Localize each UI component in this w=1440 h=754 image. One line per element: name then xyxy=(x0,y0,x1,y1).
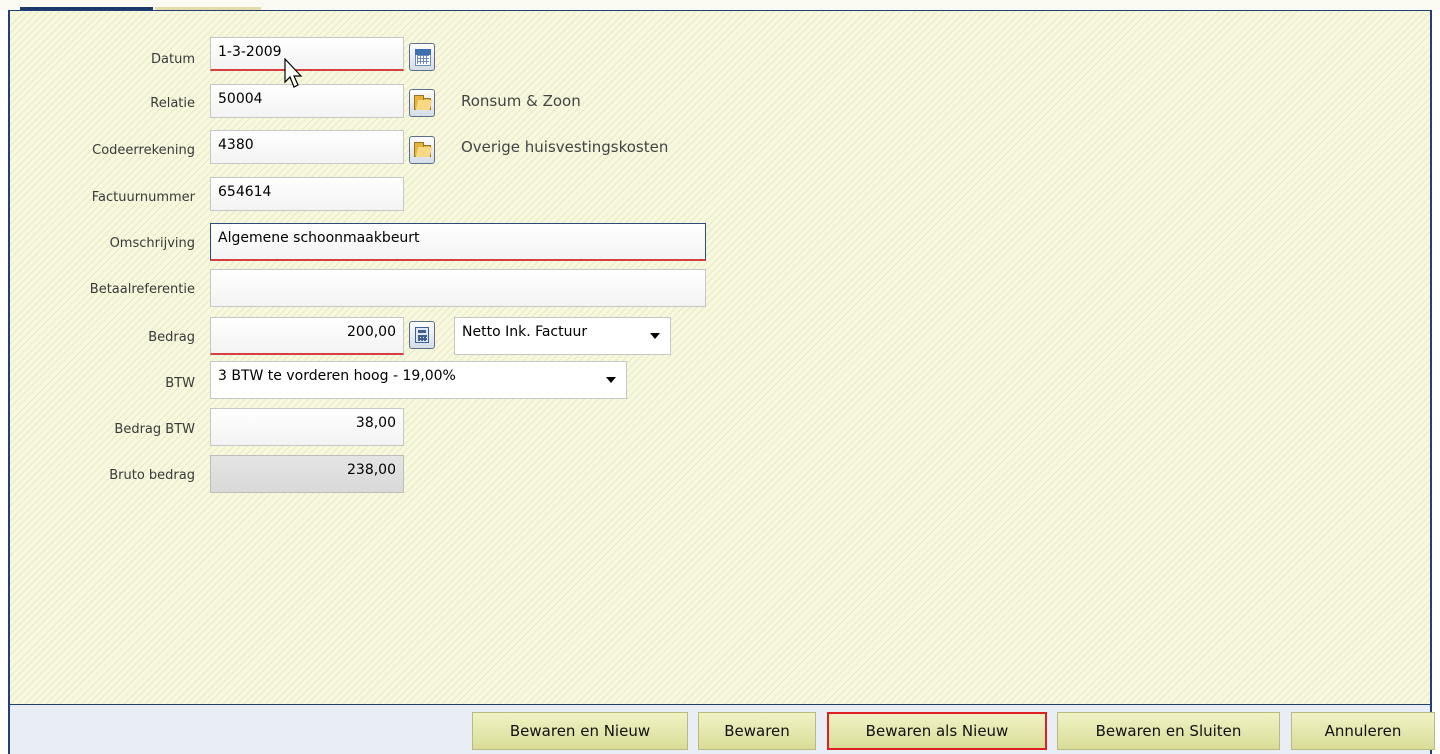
omschrijving-field[interactable]: Algemene schoonmaakbeurt xyxy=(210,223,706,261)
codeerrekening-lookup-button[interactable] xyxy=(409,136,435,164)
bruto-bedrag-field: 238,00 xyxy=(210,455,404,493)
btw-value: 3 BTW te vorderen hoog - 19,00% xyxy=(218,368,456,384)
btw-select[interactable]: 3 BTW te vorderen hoog - 19,00% xyxy=(210,361,627,399)
chevron-down-icon xyxy=(650,333,660,339)
calculator-button[interactable] xyxy=(409,321,435,349)
datum-field[interactable]: 1-3-2009 xyxy=(210,37,404,71)
bedrag-type-select[interactable]: Netto Ink. Factuur xyxy=(454,317,671,355)
calculator-icon xyxy=(415,327,429,343)
relatie-field[interactable]: 50004 xyxy=(210,84,404,118)
bedrag-btw-field[interactable]: 38,00 xyxy=(210,408,404,446)
omschrijving-label: Omschrijving xyxy=(109,236,195,251)
bewaren-en-sluiten-button[interactable]: Bewaren en Sluiten xyxy=(1057,712,1280,750)
betaalreferentie-field[interactable] xyxy=(210,269,706,307)
btw-label: BTW xyxy=(165,376,195,391)
bewaren-button[interactable]: Bewaren xyxy=(698,712,816,750)
mouse-cursor-icon xyxy=(284,58,303,88)
bedrag-type-value: Netto Ink. Factuur xyxy=(462,324,588,340)
relatie-lookup-button[interactable] xyxy=(409,89,435,117)
chevron-down-icon xyxy=(606,377,616,383)
folder-open-icon xyxy=(414,95,431,110)
codeerrekening-field[interactable]: 4380 xyxy=(210,130,404,164)
bewaren-en-nieuw-button[interactable]: Bewaren en Nieuw xyxy=(472,712,688,750)
calendar-icon xyxy=(415,49,431,66)
calendar-button[interactable] xyxy=(409,43,435,71)
annuleren-button[interactable]: Annuleren xyxy=(1291,712,1435,750)
codeerrekening-label: Codeerrekening xyxy=(92,143,195,158)
bedrag-btw-label: Bedrag BTW xyxy=(114,422,195,437)
betaalreferentie-label: Betaalreferentie xyxy=(89,282,195,297)
factuurnummer-field[interactable]: 654614 xyxy=(210,177,404,211)
codeerrekening-description: Overige huisvestingskosten xyxy=(461,138,669,156)
bruto-bedrag-label: Bruto bedrag xyxy=(109,468,195,483)
datum-label: Datum xyxy=(151,52,195,67)
bedrag-label: Bedrag xyxy=(148,330,195,345)
bedrag-field[interactable]: 200,00 xyxy=(210,317,404,355)
relatie-description: Ronsum & Zoon xyxy=(461,92,581,110)
relatie-label: Relatie xyxy=(150,96,195,111)
factuurnummer-label: Factuurnummer xyxy=(91,190,195,205)
bewaren-als-nieuw-button[interactable]: Bewaren als Nieuw xyxy=(827,712,1047,750)
folder-open-icon xyxy=(414,142,431,157)
